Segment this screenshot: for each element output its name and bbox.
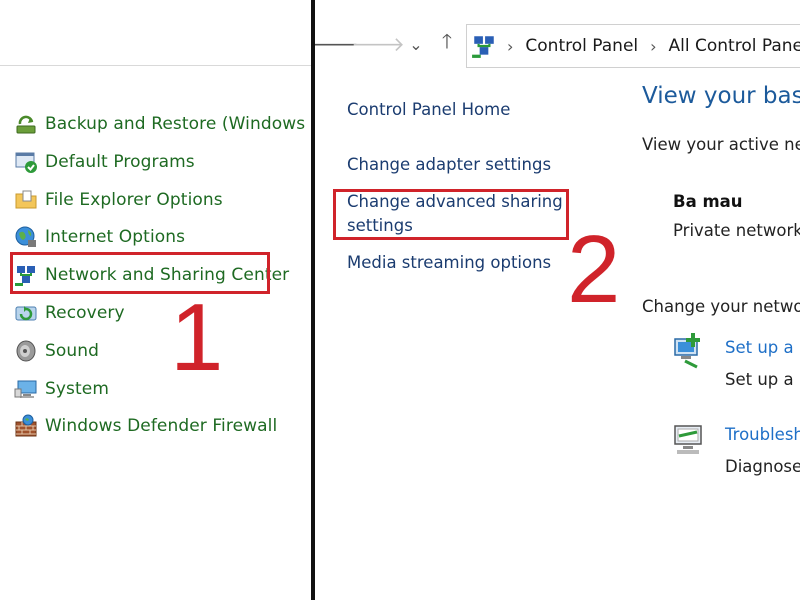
breadcrumb-all-control-panel[interactable]: All Control Panel: [669, 36, 800, 56]
troubleshoot-description: Diagnose: [725, 457, 800, 476]
sound-icon: [14, 339, 38, 363]
troubleshoot-icon: [671, 422, 709, 460]
item-label: File Explorer Options: [45, 190, 223, 210]
default-programs-icon: [14, 150, 38, 174]
set-up-connection-description: Set up a b: [725, 370, 800, 389]
media-streaming-options-link[interactable]: Media streaming options: [347, 251, 551, 275]
network-name: Ba mau: [673, 192, 743, 211]
backup-restore-icon: [14, 112, 38, 136]
breadcrumb-separator-icon[interactable]: ›: [507, 37, 513, 56]
highlight-box-step-1: [10, 252, 270, 294]
item-default-programs[interactable]: Default Programs: [14, 146, 195, 178]
item-file-explorer-options[interactable]: File Explorer Options: [14, 184, 223, 216]
breadcrumb-control-panel[interactable]: Control Panel: [525, 36, 638, 56]
item-sound[interactable]: Sound: [14, 335, 99, 367]
item-internet-options[interactable]: Internet Options: [14, 221, 185, 253]
up-arrow-icon[interactable]: 🡑: [436, 29, 458, 58]
active-networks-heading: View your active net: [642, 135, 800, 154]
page-title: View your basic: [642, 83, 800, 109]
control-panel-items-pane: Backup and Restore (Windows 7) Default P…: [0, 0, 311, 600]
back-arrow-icon[interactable]: 🡐: [315, 30, 359, 58]
recovery-icon: [14, 301, 38, 325]
breadcrumb-separator-icon[interactable]: ›: [650, 37, 656, 56]
item-label: System: [45, 379, 109, 399]
item-label: Recovery: [45, 303, 125, 323]
firewall-icon: [14, 414, 38, 438]
address-bar[interactable]: › Control Panel › All Control Panel: [466, 24, 800, 68]
change-adapter-settings-link[interactable]: Change adapter settings: [347, 153, 551, 177]
system-icon: [14, 377, 38, 401]
navigation-bar: 🡐 🡒 ⌄ 🡑 › Control Panel › All Control Pa…: [315, 0, 800, 88]
forward-arrow-icon[interactable]: 🡒: [351, 30, 405, 58]
troubleshoot-link[interactable]: Troublesh: [725, 425, 800, 444]
item-label: Windows Defender Firewall: [45, 416, 278, 436]
item-label: Default Programs: [45, 152, 195, 172]
item-label: Sound: [45, 341, 100, 361]
recent-locations-chevron-icon[interactable]: ⌄: [407, 30, 425, 58]
item-system[interactable]: System: [14, 373, 109, 405]
item-backup-restore[interactable]: Backup and Restore (Windows 7): [14, 108, 311, 140]
step-number-2: 2: [567, 216, 621, 323]
folder-options-icon: [14, 188, 38, 212]
item-windows-defender-firewall[interactable]: Windows Defender Firewall: [14, 410, 277, 442]
control-panel-home-link[interactable]: Control Panel Home: [347, 98, 510, 122]
network-type: Private network: [673, 221, 800, 240]
item-recovery[interactable]: Recovery: [14, 297, 125, 329]
item-label: Backup and Restore (Windows 7): [45, 114, 311, 134]
item-label: Internet Options: [45, 227, 186, 247]
network-location-icon: [471, 33, 497, 59]
set-up-connection-link[interactable]: Set up a n: [725, 338, 800, 357]
set-up-connection-icon: [671, 331, 709, 369]
highlight-box-step-2: [333, 189, 569, 240]
left-pane-header: [0, 0, 311, 66]
network-sharing-center-window: 🡐 🡒 ⌄ 🡑 › Control Panel › All Control Pa…: [315, 0, 800, 600]
change-settings-heading: Change your network: [642, 297, 800, 316]
internet-options-icon: [14, 225, 38, 249]
step-number-1: 1: [170, 284, 224, 391]
